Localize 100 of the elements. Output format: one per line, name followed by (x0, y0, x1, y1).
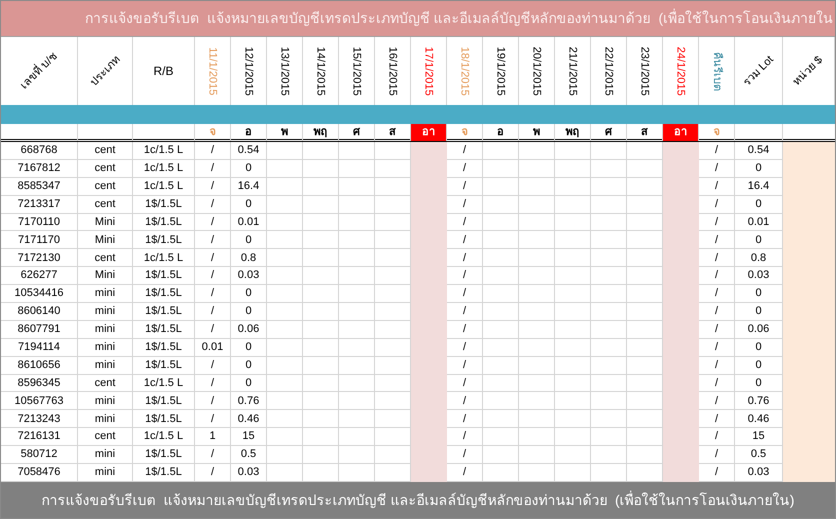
rate-cell: 1c/1.5 L (133, 374, 195, 392)
table-cell: / (195, 392, 231, 410)
account-cell: 8606140 (1, 303, 78, 321)
day-label: อ (231, 124, 267, 140)
table-cell: / (195, 446, 231, 464)
rate-cell: 1$/1.5L (133, 214, 195, 232)
table-cell: / (195, 178, 231, 196)
account-cell: 8607791 (1, 320, 78, 339)
table-cell: / (195, 231, 231, 250)
day-label: จ (195, 124, 231, 140)
table-cell: / (447, 249, 483, 268)
table-cell: / (195, 160, 231, 178)
account-cell: 8610656 (1, 356, 78, 375)
table-cell: / (195, 249, 231, 268)
unit-cell (783, 464, 835, 482)
table-cell: / (699, 356, 735, 375)
table-cell: 15 (231, 428, 267, 446)
table-cell: / (699, 374, 735, 392)
rate-cell: 1$/1.5L (133, 196, 195, 214)
table-cell: 0.8 (231, 249, 267, 268)
column-header: 22/1/2015 (602, 46, 616, 96)
account-cell: 8585347 (1, 178, 78, 196)
table-cell: 0 (231, 196, 267, 214)
table-cell: / (447, 285, 483, 304)
account-cell: 7170110 (1, 214, 78, 232)
table-cell: 0 (231, 285, 267, 304)
type-cell: Mini (78, 231, 133, 250)
rate-cell: 1$/1.5L (133, 392, 195, 410)
column-header: 20/1/2015 (530, 46, 544, 96)
account-cell: 7213243 (1, 410, 78, 428)
type-cell: cent (78, 374, 133, 392)
day-label: อา (411, 124, 447, 140)
column-header: รวม Lot (740, 52, 777, 90)
column-header: 14/1/2015 (314, 46, 328, 96)
table-cell: 0.46 (231, 410, 267, 428)
rate-cell: 1$/1.5L (133, 320, 195, 339)
banner-title: การแจ้งขอรับรีเบต แจ้งหมายเลขบัญชีเทรดประเภทบัญชี และอีเมลล์บัญชีหลักของท่านมาด้วย (เพื่อใช้ในการโอนเงินภายใน (85, 8, 834, 28)
table-cell: 0.5 (231, 446, 267, 464)
rate-cell: 1c/1.5 L (133, 178, 195, 196)
type-cell: cent (78, 160, 133, 178)
table-cell: / (195, 410, 231, 428)
table-cell: 0 (231, 303, 267, 321)
day-label: จ (447, 124, 483, 140)
table-cell: 0.03 (231, 267, 267, 286)
day-label: พ (519, 124, 555, 140)
table-cell: / (699, 303, 735, 321)
type-cell: Mini (78, 214, 133, 232)
type-cell: mini (78, 320, 133, 339)
type-cell: mini (78, 392, 133, 410)
column-header: 13/1/2015 (278, 46, 292, 96)
account-cell: 10534416 (1, 285, 78, 304)
table-cell: 0 (231, 160, 267, 178)
table-cell: / (699, 214, 735, 232)
table-cell: 0 (231, 231, 267, 250)
rate-cell: 1$/1.5L (133, 285, 195, 304)
table-cell: / (195, 374, 231, 392)
table-cell: / (447, 178, 483, 196)
account-cell: 7171170 (1, 231, 78, 250)
table-cell: 0.06 (231, 320, 267, 339)
table-cell: 0.54 (231, 142, 267, 160)
rate-cell: 1$/1.5L (133, 231, 195, 250)
table-cell: / (699, 320, 735, 339)
table-cell: / (447, 446, 483, 464)
table-cell: / (195, 285, 231, 304)
rate-cell: 1$/1.5L (133, 446, 195, 464)
table-cell: / (699, 428, 735, 446)
table-cell: / (699, 178, 735, 196)
column-header: 18/1/2015 (458, 46, 472, 96)
table-cell: / (447, 374, 483, 392)
table-cell: / (447, 356, 483, 375)
table-cell: 0.01 (195, 338, 231, 357)
table-cell: / (699, 196, 735, 214)
type-cell: mini (78, 410, 133, 428)
day-label: จ (699, 124, 735, 140)
rate-cell: 1$/1.5L (133, 356, 195, 375)
unit-cell (783, 142, 835, 160)
type-cell: cent (78, 196, 133, 214)
type-cell: Mini (78, 267, 133, 286)
table-cell: 0.01 (231, 214, 267, 232)
table-cell: / (447, 231, 483, 250)
table-cell: / (447, 214, 483, 232)
table-cell: / (195, 142, 231, 160)
column-header: 21/1/2015 (566, 46, 580, 96)
table-cell: / (699, 160, 735, 178)
footer-text: การแจ้งขอรับรีเบต แจ้งหมายเลขบัญชีเทรดประเภทบัญชี และอีเมลล์บัญชีหลักของท่านมาด้วย (เพื่อใช้ในการโอนเงินภายใน) (42, 490, 794, 510)
type-cell: cent (78, 178, 133, 196)
account-cell: 8596345 (1, 374, 78, 392)
table-cell: / (195, 267, 231, 286)
type-cell: mini (78, 285, 133, 304)
table-cell: / (699, 231, 735, 250)
table-cell: / (195, 196, 231, 214)
rate-cell: 1$/1.5L (133, 303, 195, 321)
account-cell: 626277 (1, 267, 78, 286)
day-label: อ (483, 124, 519, 140)
column-header: 15/1/2015 (350, 46, 364, 96)
column-header: 16/1/2015 (386, 46, 400, 96)
rate-cell: 1$/1.5L (133, 410, 195, 428)
account-cell: 10567763 (1, 392, 78, 410)
account-cell: 7213317 (1, 196, 78, 214)
table-cell: / (699, 446, 735, 464)
